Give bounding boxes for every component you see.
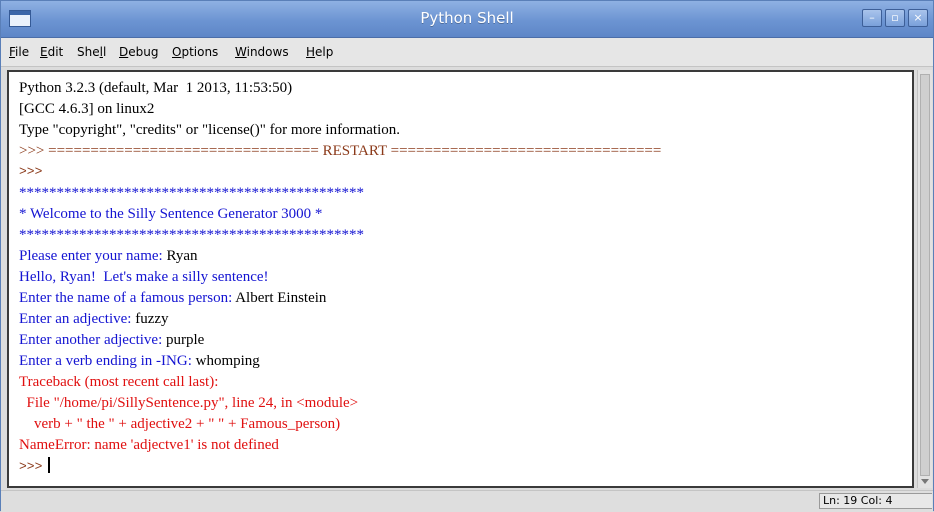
maximize-button[interactable]: ▫: [885, 9, 905, 27]
window-title: Python Shell: [420, 9, 514, 27]
line-column-indicator: Ln: 19 Col: 4: [819, 493, 932, 509]
scroll-down-arrow-icon[interactable]: [921, 479, 929, 484]
close-icon: ×: [913, 11, 923, 24]
python-shell-window: Python Shell – ▫ × File Edit Shell Debug…: [0, 0, 934, 512]
status-bar: Ln: 19 Col: 4: [1, 490, 933, 512]
adjective2-input-line: Enter another adjective: purple: [19, 330, 204, 350]
menu-bar: File Edit Shell Debug Options Windows He…: [1, 38, 933, 67]
banner-gcc-line: [GCC 4.6.3] on linux2: [19, 101, 155, 117]
menu-windows[interactable]: Windows: [235, 45, 289, 59]
minimize-icon: –: [869, 11, 875, 24]
name-value: Ryan: [166, 248, 198, 264]
scrollbar-thumb[interactable]: [920, 74, 930, 476]
banner-version-line: Python 3.2.3 (default, Mar 1 2013, 11:53…: [19, 80, 293, 96]
name-error-line: NameError: name 'adjectve1' is not defin…: [19, 437, 279, 453]
text-cursor: [48, 457, 51, 473]
title-bar[interactable]: Python Shell – ▫ ×: [1, 1, 933, 38]
close-button[interactable]: ×: [908, 9, 928, 27]
traceback-code-line: verb + " the " + adjective2 + " " + Famo…: [19, 416, 341, 432]
verb-value: whomping: [195, 353, 260, 369]
stars-bottom-line: ****************************************…: [19, 227, 364, 243]
current-prompt: >>>: [19, 459, 43, 474]
shell-prompt: >>>: [19, 164, 43, 179]
shell-text-area[interactable]: Python 3.2.3 (default, Mar 1 2013, 11:53…: [7, 70, 914, 488]
traceback-header: Traceback (most recent call last):: [19, 374, 219, 390]
menu-debug[interactable]: Debug: [119, 45, 158, 59]
menu-shell[interactable]: Shell: [77, 45, 106, 59]
adjective2-prompt: Enter another adjective:: [19, 332, 167, 348]
current-prompt-line[interactable]: >>>: [19, 456, 51, 476]
minimize-button[interactable]: –: [862, 9, 882, 27]
traceback-file-line: File "/home/pi/SillySentence.py", line 2…: [19, 395, 359, 411]
famous-input-line: Enter the name of a famous person: Alber…: [19, 288, 326, 308]
menu-edit[interactable]: Edit: [40, 45, 63, 59]
maximize-icon: ▫: [891, 11, 899, 24]
welcome-line: * Welcome to the Silly Sentence Generato…: [19, 206, 323, 222]
menu-help[interactable]: Help: [306, 45, 333, 59]
adjective2-value: purple: [166, 332, 205, 348]
adjective-prompt: Enter an adjective:: [19, 311, 136, 327]
banner-info-line: Type "copyright", "credits" or "license(…: [19, 122, 400, 138]
adjective-input-line: Enter an adjective: fuzzy: [19, 309, 169, 329]
vertical-scrollbar[interactable]: [917, 70, 932, 488]
verb-input-line: Enter a verb ending in -ING: whomping: [19, 351, 260, 371]
verb-prompt: Enter a verb ending in -ING:: [19, 353, 196, 369]
restart-line: >>> ================================ RES…: [19, 143, 662, 159]
menu-options[interactable]: Options: [172, 45, 218, 59]
famous-prompt: Enter the name of a famous person:: [19, 290, 236, 306]
famous-value: Albert Einstein: [235, 290, 327, 306]
name-input-line: Please enter your name: Ryan: [19, 246, 198, 266]
hello-line: Hello, Ryan! Let's make a silly sentence…: [19, 269, 269, 285]
adjective-value: fuzzy: [135, 311, 169, 327]
name-prompt: Please enter your name:: [19, 248, 167, 264]
stars-top-line: ****************************************…: [19, 185, 364, 201]
menu-file[interactable]: File: [9, 45, 29, 59]
